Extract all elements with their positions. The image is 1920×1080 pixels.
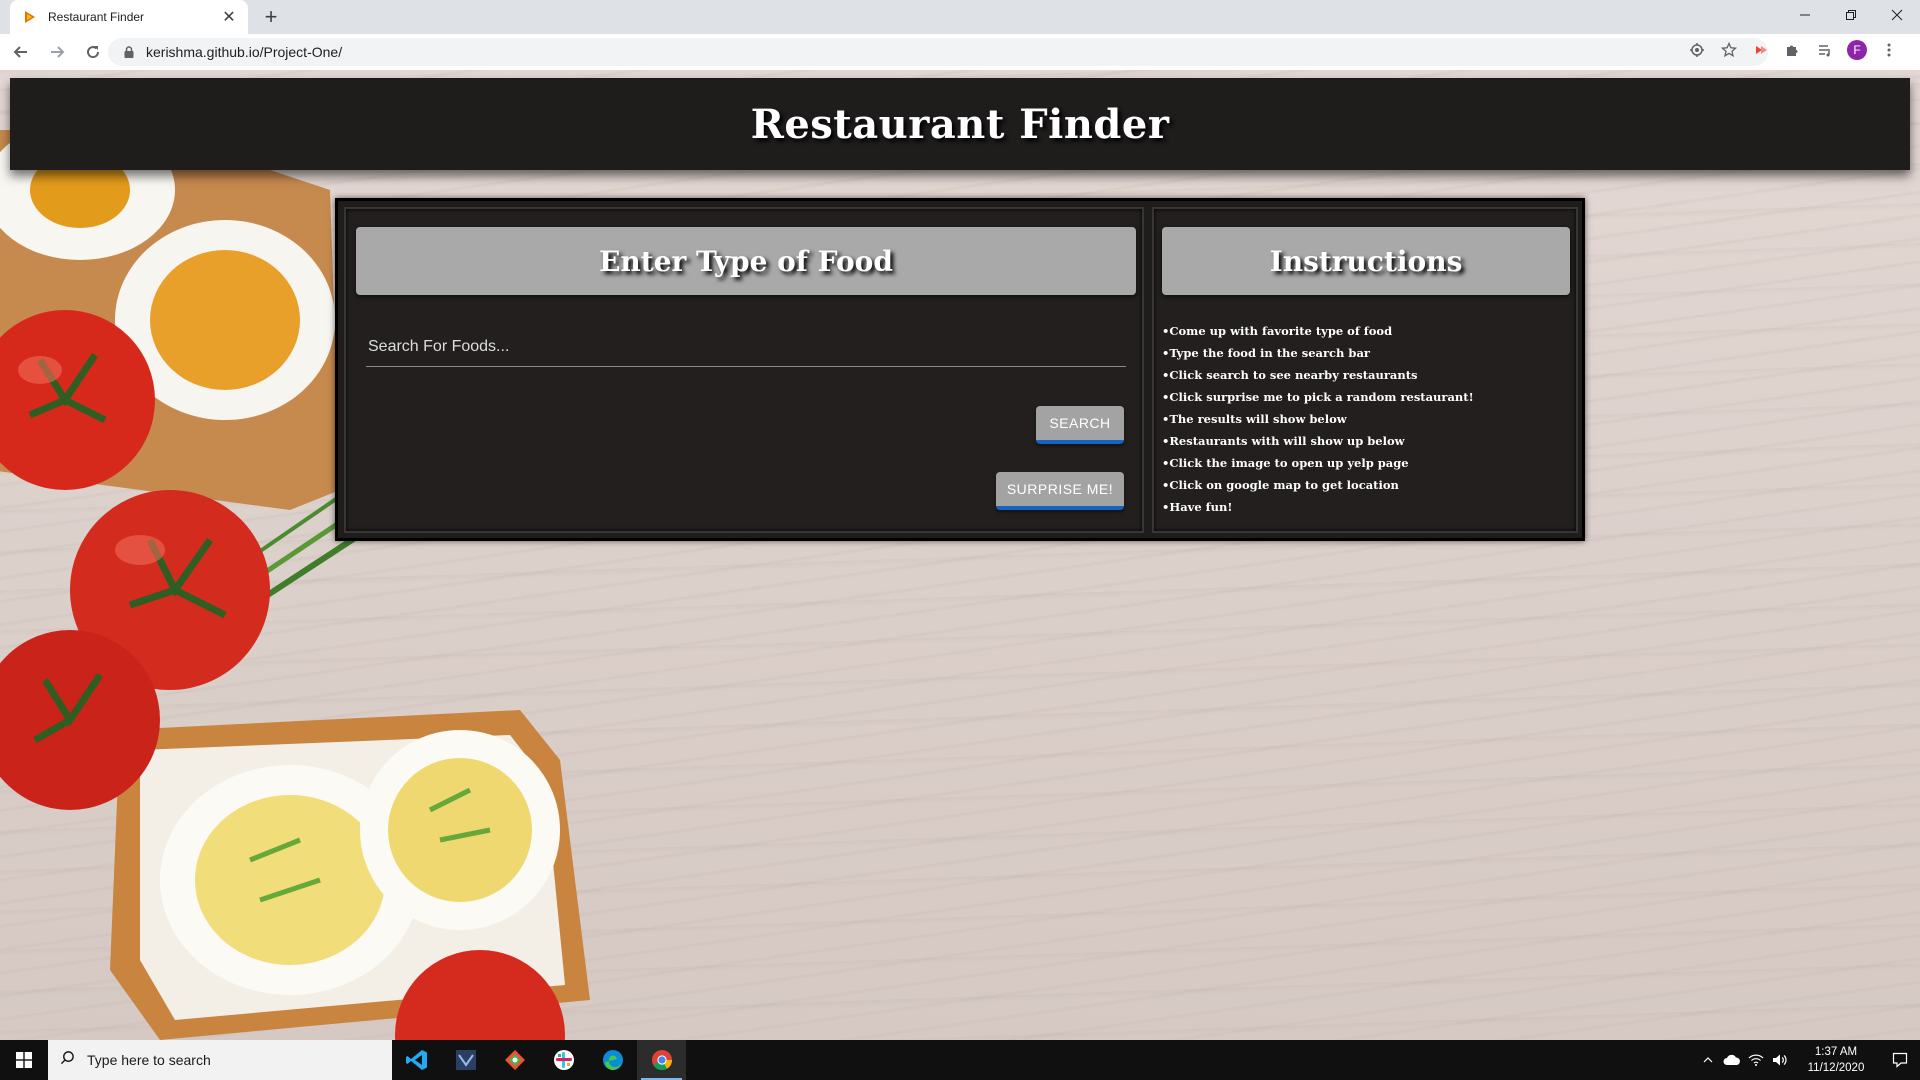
instructions-heading: Instructions	[1162, 227, 1570, 295]
instructions-list: •Come up with favorite type of food •Typ…	[1162, 320, 1474, 518]
url-text: kerishma.github.io/Project-One/	[146, 44, 343, 60]
search-heading-text: Enter Type of Food	[599, 244, 893, 278]
minimize-button[interactable]	[1782, 0, 1828, 30]
food-search-input[interactable]	[366, 327, 1126, 367]
windows-start-icon[interactable]	[0, 1040, 48, 1080]
main-container: Enter Type of Food Search Surprise Me! I…	[335, 198, 1585, 541]
instruction-item: •Type the food in the search bar	[1162, 346, 1370, 360]
taskbar: Type here to search 1:37 AM 11/12/2020	[0, 1040, 1920, 1080]
site-header: Restaurant Finder	[10, 78, 1910, 170]
puzzle-icon[interactable]	[1780, 37, 1806, 63]
instruction-item: •The results will show below	[1162, 412, 1347, 426]
surprise-me-button[interactable]: Surprise Me!	[996, 472, 1124, 510]
extension-icon[interactable]	[1748, 37, 1774, 63]
lock-icon[interactable]	[122, 45, 136, 59]
git-icon[interactable]	[490, 1040, 539, 1080]
browser-toolbar: kerishma.github.io/Project-One/ F	[0, 34, 1920, 70]
star-icon[interactable]	[1716, 37, 1742, 63]
chrome-icon[interactable]	[637, 1040, 686, 1080]
window-controls	[1782, 0, 1920, 30]
instruction-item: •Click surprise me to pick a random rest…	[1162, 390, 1474, 404]
toolbar-actions: F	[1684, 37, 1902, 63]
back-icon[interactable]	[6, 37, 36, 67]
vscode-icon[interactable]	[392, 1040, 441, 1080]
forward-icon[interactable]	[42, 37, 72, 67]
slack-icon[interactable]	[539, 1040, 588, 1080]
location-icon[interactable]	[1684, 37, 1710, 63]
wifi-icon[interactable]	[1744, 1040, 1768, 1080]
instruction-item: •Click search to see nearby restaurants	[1162, 368, 1418, 382]
chevron-up-icon[interactable]	[1696, 1040, 1720, 1080]
search-heading: Enter Type of Food	[356, 227, 1136, 295]
search-button[interactable]: Search	[1036, 406, 1124, 444]
taskbar-search-box[interactable]: Type here to search	[48, 1040, 392, 1080]
taskbar-search-placeholder: Type here to search	[87, 1052, 211, 1068]
address-bar[interactable]: kerishma.github.io/Project-One/	[108, 38, 1768, 66]
avatar: F	[1847, 40, 1867, 60]
search-panel: Enter Type of Food Search Surprise Me!	[344, 207, 1144, 533]
menu-icon[interactable]	[1876, 37, 1902, 63]
new-tab-button[interactable]: +	[258, 4, 284, 30]
onedrive-icon[interactable]	[1720, 1040, 1744, 1080]
clock-date: 11/12/2020	[1807, 1062, 1865, 1074]
instruction-item: •Have fun!	[1162, 500, 1233, 514]
notification-icon[interactable]	[1880, 1040, 1920, 1080]
page-title: Restaurant Finder	[750, 100, 1170, 148]
browser-tab[interactable]: Restaurant Finder ✕	[10, 0, 248, 34]
volume-icon[interactable]	[1768, 1040, 1792, 1080]
instruction-item: •Come up with favorite type of food	[1162, 324, 1393, 338]
instruction-item: •Restaurants with will show up below	[1162, 434, 1405, 448]
browser-tab-strip: Restaurant Finder ✕ +	[0, 0, 1920, 34]
tab-title: Restaurant Finder	[48, 10, 145, 24]
profile-avatar-button[interactable]: F	[1844, 37, 1870, 63]
media-icon[interactable]	[1812, 37, 1838, 63]
favicon-icon	[22, 9, 38, 25]
reload-icon[interactable]	[78, 37, 108, 67]
tab-close-button[interactable]: ✕	[220, 8, 238, 26]
edge-icon[interactable]	[588, 1040, 637, 1080]
system-tray: 1:37 AM 11/12/2020	[1696, 1040, 1920, 1080]
instructions-panel: Instructions •Come up with favorite type…	[1152, 207, 1578, 533]
clock-time: 1:37 AM	[1814, 1046, 1858, 1058]
visual-studio-icon[interactable]	[441, 1040, 490, 1080]
search-icon	[60, 1050, 75, 1070]
instructions-heading-text: Instructions	[1269, 244, 1463, 278]
instruction-item: •Click the image to open up yelp page	[1162, 456, 1409, 470]
restore-button[interactable]	[1828, 0, 1874, 30]
taskbar-apps	[392, 1040, 686, 1080]
page-viewport: Restaurant Finder Enter Type of Food Sea…	[0, 70, 1920, 1040]
close-window-button[interactable]	[1874, 0, 1920, 30]
taskbar-clock[interactable]: 1:37 AM 11/12/2020	[1798, 1044, 1874, 1076]
instruction-item: •Click on google map to get location	[1162, 478, 1399, 492]
